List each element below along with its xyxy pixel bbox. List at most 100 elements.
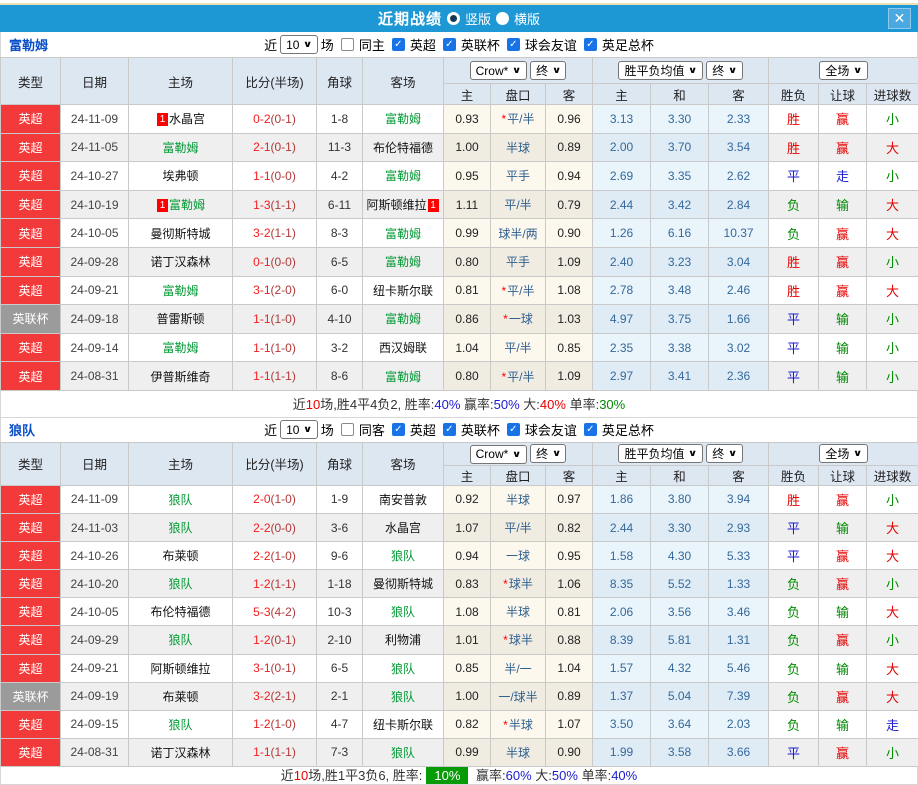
mean-stage-select[interactable]: 终∨	[706, 444, 742, 463]
chevron-down-icon: ∨	[688, 448, 698, 459]
odds-provider-select-value: Crow*	[476, 64, 509, 78]
away-team: 纽卡斯尔联	[363, 276, 444, 305]
odds-handicap: *平/半	[491, 276, 546, 305]
same-venue-checkbox[interactable]	[341, 423, 354, 436]
odds-handicap: 半球	[491, 598, 546, 626]
filter-bar: 富勒姆 近10∨场同主英超英联杯球会友谊英足总杯	[0, 32, 918, 57]
team-label: 狼队	[168, 633, 192, 647]
home-team: 富勒姆	[129, 133, 233, 162]
odds-stage-select[interactable]: 终∨	[530, 444, 566, 463]
odds-provider-select[interactable]: Crow*∨	[470, 445, 527, 464]
league-badge: 英超	[1, 133, 61, 162]
odds-provider-select[interactable]: Crow*∨	[470, 61, 527, 80]
match-score: 1-3(1-1)	[233, 190, 317, 219]
team-label: 狼队	[168, 493, 192, 507]
chevron-down-icon: ∨	[512, 65, 522, 76]
games-count-select[interactable]: 10∨	[280, 35, 318, 54]
team-section: 狼队近10∨场同客英超英联杯球会友谊英足总杯类型日期主场比分(半场)角球客场Cr…	[0, 418, 918, 785]
handicap-label: 平/半	[507, 284, 534, 298]
mean-group-header: 胜平负均值∨ 终∨	[593, 58, 769, 84]
full-score: 1-1	[253, 745, 270, 759]
match-row: 英超24-11-03狼队2-2(0-0)3-6水晶宫1.07平/半0.822.4…	[1, 514, 918, 542]
half-score: (0-0)	[271, 169, 296, 183]
match-score: 1-1(1-0)	[233, 333, 317, 362]
team-label: 曼彻斯特城	[373, 577, 433, 591]
layout-vertical-radio[interactable]	[447, 12, 460, 25]
mean-select[interactable]: 胜平负均值∨	[618, 444, 702, 463]
match-row: 英联杯24-09-18普雷斯顿1-1(1-0)4-10富勒姆0.86*一球1.0…	[1, 305, 918, 334]
league-checkbox[interactable]	[584, 38, 597, 51]
result-goals: 小	[867, 570, 918, 598]
full-score: 3-1	[253, 283, 270, 297]
match-date: 24-09-18	[61, 305, 129, 334]
odds-away: 0.79	[546, 190, 593, 219]
sub-column-header: 让球	[819, 84, 867, 105]
odds-away: 1.04	[546, 654, 593, 682]
result-outcome: 平	[769, 514, 819, 542]
match-score: 1-1(1-1)	[233, 362, 317, 391]
league-checkbox[interactable]	[443, 423, 456, 436]
mean-draw: 4.30	[651, 542, 709, 570]
mean-away: 10.37	[709, 219, 769, 248]
away-team: 狼队	[363, 682, 444, 710]
odds-home: 0.95	[444, 162, 491, 191]
team-label: 诺丁汉森林	[150, 746, 210, 760]
layout-horizontal-radio[interactable]	[496, 12, 509, 25]
mean-home: 2.44	[593, 514, 651, 542]
league-checkbox[interactable]	[392, 423, 405, 436]
result-outcome: 平	[769, 362, 819, 391]
same-venue-checkbox[interactable]	[341, 38, 354, 51]
odds-home: 0.81	[444, 276, 491, 305]
match-row: 英超24-09-21阿斯顿维拉3-1(0-1)6-5狼队0.85半/一1.041…	[1, 654, 918, 682]
home-team: 布莱顿	[129, 542, 233, 570]
odds-away: 1.07	[546, 710, 593, 738]
odds-away: 0.89	[546, 682, 593, 710]
league-checkbox[interactable]	[392, 38, 405, 51]
result-outcome: 胜	[769, 133, 819, 162]
half-score: (1-1)	[271, 198, 296, 212]
mean-away: 3.02	[709, 333, 769, 362]
team-name: 富勒姆	[1, 35, 81, 54]
column-header: 主场	[129, 442, 233, 485]
league-checkbox[interactable]	[507, 38, 520, 51]
odds-stage-select[interactable]: 终∨	[530, 61, 566, 80]
team-label: 狼队	[391, 662, 415, 676]
odds-home: 1.07	[444, 514, 491, 542]
league-checkbox[interactable]	[584, 423, 597, 436]
summary-row: 近10场,胜4平4负2, 胜率:40% 赢率:50% 大:40% 单率:30%	[0, 391, 918, 418]
result-handicap-bet: 输	[819, 333, 867, 362]
odds-handicap: *球半	[491, 570, 546, 598]
games-count-select[interactable]: 10∨	[280, 420, 318, 439]
red-card-badge: 1	[428, 199, 439, 212]
team-label: 富勒姆	[385, 370, 421, 384]
filter-controls: 近10∨场同主英超英联杯球会友谊英足总杯	[263, 35, 655, 54]
league-checkbox[interactable]	[507, 423, 520, 436]
league-checkbox-label: 球会友谊	[525, 35, 577, 54]
match-score: 1-1(1-1)	[233, 738, 317, 766]
chevron-down-icon: ∨	[303, 39, 313, 50]
corner-score: 4-10	[317, 305, 363, 334]
mean-select[interactable]: 胜平负均值∨	[618, 61, 702, 80]
mean-home: 2.06	[593, 598, 651, 626]
summary-segment: 40%	[540, 397, 566, 412]
odds-home: 1.00	[444, 682, 491, 710]
match-date: 24-08-31	[61, 362, 129, 391]
team-label: 南安普敦	[379, 493, 427, 507]
mean-home: 1.86	[593, 485, 651, 513]
close-button[interactable]: ✕	[888, 8, 911, 29]
mean-away: 5.46	[709, 654, 769, 682]
league-checkbox[interactable]	[443, 38, 456, 51]
team-label: 富勒姆	[162, 284, 198, 298]
odds-handicap: *平/半	[491, 362, 546, 391]
scope-select[interactable]: 全场∨	[819, 444, 867, 463]
mean-away: 1.66	[709, 305, 769, 334]
sub-column-header: 主	[593, 84, 651, 105]
away-team: 狼队	[363, 654, 444, 682]
match-date: 24-09-19	[61, 682, 129, 710]
away-team: 富勒姆	[363, 362, 444, 391]
mean-stage-select[interactable]: 终∨	[706, 61, 742, 80]
league-checkbox-label: 英足总杯	[602, 420, 654, 439]
summary-segment: 40%	[611, 768, 637, 783]
match-date: 24-08-31	[61, 738, 129, 766]
scope-select[interactable]: 全场∨	[819, 61, 867, 80]
